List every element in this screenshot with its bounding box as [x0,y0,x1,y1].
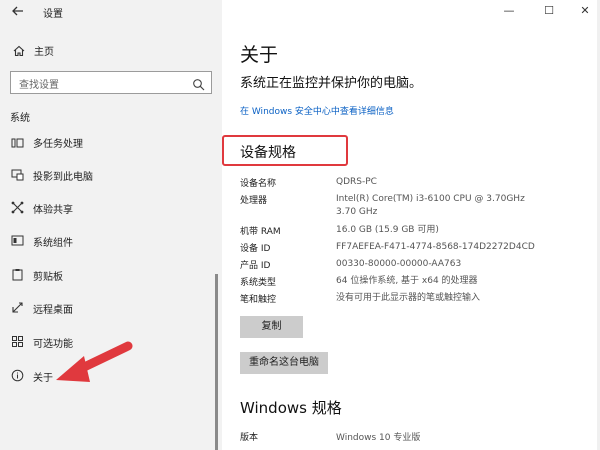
spec-key: 机带 RAM [240,227,281,237]
minimize-icon[interactable]: — [502,4,516,18]
sidebar-item-label: 多任务处理 [33,139,83,150]
spec-key: 系统类型 [240,278,277,288]
spec-value: QDRS-PC [336,177,377,187]
back-arrow-icon[interactable] [10,4,26,20]
components-icon [11,234,24,247]
maximize-icon[interactable]: ☐ [542,4,556,18]
sidebar-item-label: 体验共享 [33,205,73,216]
sidebar-item-project[interactable]: 投影到此电脑 [0,163,222,187]
device-specs-title: 设备规格 [240,145,296,161]
titlebar-left: 设置 [0,0,222,28]
window-controls: — ☐ ✕ [490,0,600,22]
sidebar-item-label: 投影到此电脑 [33,172,93,183]
copy-button[interactable]: 复制 [240,316,303,338]
sidebar-item-components[interactable]: 系统组件 [0,229,222,253]
app-title: 设置 [43,9,63,20]
home-icon [12,43,26,57]
rename-pc-button[interactable]: 重命名这台电脑 [240,352,328,374]
spec-value: 没有可用于此显示器的笔或触控输入 [336,293,481,303]
remote-desktop-icon [11,301,24,314]
close-icon[interactable]: ✕ [578,4,592,18]
sidebar-item-label: 剪贴板 [33,272,63,283]
spec-key: 处理器 [240,196,268,206]
project-icon [11,168,24,181]
sidebar-item-label: 远程桌面 [33,305,73,316]
protection-status: 系统正在监控并保护你的电脑。 [240,76,423,91]
search-icon[interactable] [192,76,205,91]
multitask-icon [11,136,24,149]
sidebar-item-share[interactable]: 体验共享 [0,196,222,220]
sidebar-item-multitask[interactable]: 多任务处理 [0,136,222,160]
spec-value: 16.0 GB (15.9 GB 可用) [336,225,439,235]
clipboard-icon [11,268,24,281]
optional-features-icon [11,335,24,348]
spec-key: 设备 ID [240,244,271,254]
main-panel: — ☐ ✕ 关于 系统正在监控并保护你的电脑。 在 Windows 安全中心中查… [222,0,600,450]
page-title: 关于 [240,44,279,66]
spec-value: 64 位操作系统, 基于 x64 的处理器 [336,276,478,286]
spec-value: Windows 10 专业版 [336,433,421,443]
windows-specs-title: Windows 规格 [240,399,342,417]
sidebar-item-remote-desktop[interactable]: 远程桌面 [0,296,222,320]
section-label-system: 系统 [10,113,30,124]
share-icon [11,201,24,214]
spec-value: 00330-80000-00000-AA763 [336,259,462,269]
spec-key: 版本 [240,433,259,443]
annotation-arrow-icon [56,341,133,382]
spec-key: 笔和触控 [240,295,277,305]
info-icon [11,369,24,382]
security-center-link[interactable]: 在 Windows 安全中心中查看详细信息 [240,104,394,117]
sidebar-scrollbar[interactable] [215,274,218,450]
spec-value: Intel(R) Core(TM) i3-6100 CPU @ 3.70GHz … [336,194,525,217]
search-placeholder: 查找设置 [19,80,59,91]
spec-key: 产品 ID [240,261,271,271]
spec-key: 设备名称 [240,179,277,189]
sidebar-item-home[interactable]: 主页 [0,42,222,60]
sidebar-item-clipboard[interactable]: 剪贴板 [0,263,222,287]
search-input[interactable]: 查找设置 [10,71,212,94]
sidebar-item-label: 系统组件 [33,238,73,249]
home-label: 主页 [34,47,54,58]
spec-value: FF7AEFEA-F471-4774-8568-174D2272D4CD [336,242,535,252]
